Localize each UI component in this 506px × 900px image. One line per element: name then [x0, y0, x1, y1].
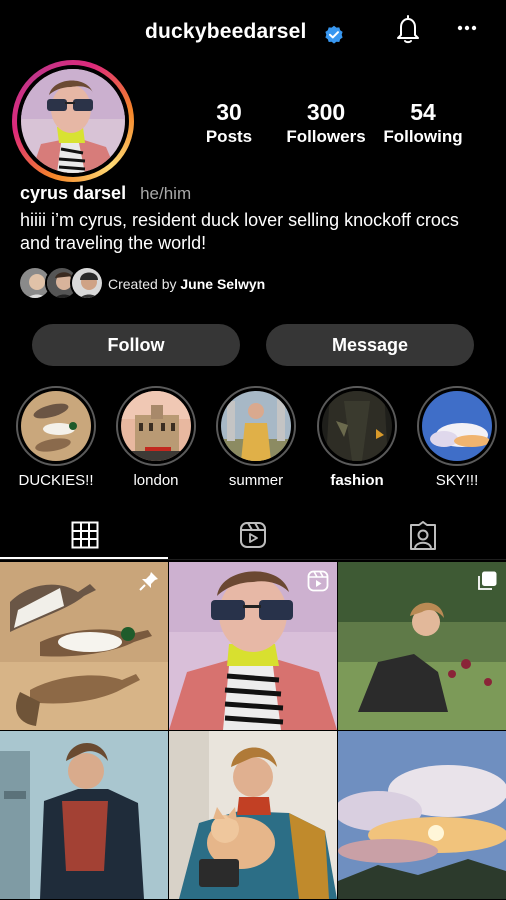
tagged-icon: [410, 521, 436, 550]
profile-avatar[interactable]: [12, 60, 134, 182]
follow-button[interactable]: Follow: [32, 324, 240, 366]
more-icon[interactable]: [456, 18, 478, 38]
profile-name-line: cyrus darsel he/him: [20, 183, 191, 204]
grid-post[interactable]: [0, 731, 168, 899]
tab-tagged[interactable]: [338, 512, 506, 560]
creator-avatars[interactable]: [18, 266, 108, 302]
followers-stat[interactable]: 300 Followers: [282, 99, 370, 147]
tab-grid[interactable]: [0, 512, 168, 560]
profile-bio: hiiii i’m cyrus, resident duck lover sel…: [20, 210, 459, 253]
highlight-label: SKY!!!: [435, 472, 479, 489]
pin-icon: [139, 572, 158, 591]
posts-count: 30: [216, 99, 242, 125]
posts-stat: 30 Posts: [197, 99, 261, 147]
profile-pronouns: he/him: [140, 184, 192, 203]
tab-reels[interactable]: [168, 512, 338, 560]
posts-label: Posts: [205, 127, 253, 146]
grid-icon: [71, 521, 99, 549]
avatar: [70, 266, 104, 300]
highlight-london[interactable]: london: [116, 386, 196, 489]
verified-badge-icon: [325, 25, 343, 44]
created-by-prefix: Created by: [108, 276, 177, 292]
followers-label: Followers: [286, 127, 366, 146]
post-grid: [0, 562, 506, 900]
highlight-label: summer: [228, 472, 284, 489]
top-bar: duckybeedarsel: [0, 0, 506, 66]
grid-post[interactable]: [0, 562, 168, 730]
following-count: 54: [410, 99, 436, 125]
highlight-summer[interactable]: summer: [216, 386, 296, 489]
highlight-label: london: [133, 472, 179, 489]
following-label: Following: [383, 127, 463, 146]
grid-post[interactable]: [169, 731, 337, 899]
profile-tabs: [0, 512, 506, 560]
highlight-duckies[interactable]: DUCKIES!!: [16, 386, 96, 489]
reel-icon: [307, 570, 329, 592]
created-by-text[interactable]: Created by June Selwyn: [108, 276, 265, 292]
following-stat[interactable]: 54 Following: [380, 99, 466, 147]
highlight-fashion[interactable]: fashion: [317, 386, 397, 489]
highlight-label: fashion: [330, 472, 384, 489]
profile-name: cyrus darsel: [20, 183, 127, 203]
grid-post[interactable]: [169, 562, 337, 730]
message-button[interactable]: Message: [266, 324, 474, 366]
highlight-label: DUCKIES!!: [18, 472, 94, 489]
reels-icon: [240, 522, 266, 548]
profile-username: duckybeedarsel: [145, 20, 307, 43]
grid-post[interactable]: [338, 562, 506, 730]
bell-icon[interactable]: [393, 13, 423, 45]
highlight-sky[interactable]: SKY!!!: [417, 386, 497, 489]
carousel-icon: [478, 571, 497, 590]
tab-divider: [0, 559, 506, 560]
followers-count: 300: [306, 99, 346, 125]
created-by-name[interactable]: June Selwyn: [180, 276, 265, 292]
grid-post[interactable]: [338, 731, 506, 899]
